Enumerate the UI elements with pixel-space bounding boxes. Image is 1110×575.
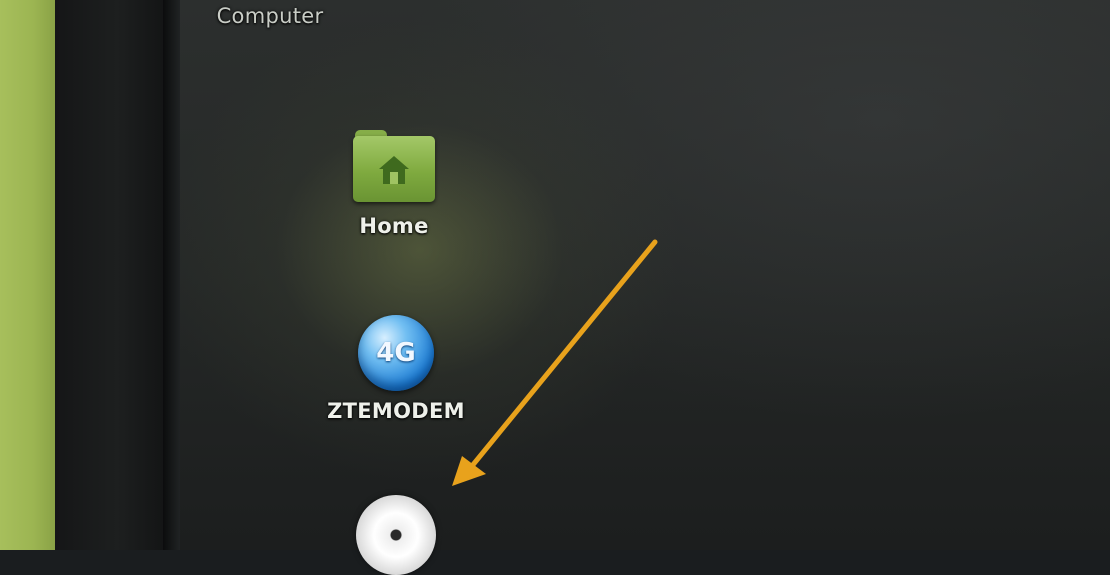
desktop-icon-label: Computer — [216, 4, 324, 28]
globe-badge-text: 4G — [376, 338, 416, 368]
monitor-bezel — [55, 0, 180, 550]
house-icon — [379, 156, 409, 184]
home-folder-icon — [353, 128, 435, 202]
desktop-icon-disc[interactable] — [316, 495, 476, 575]
desktop-icon-computer[interactable]: Computer — [190, 0, 350, 28]
optical-disc-icon — [356, 495, 436, 575]
desktop-screen — [180, 0, 1110, 550]
4g-globe-icon: 4G — [358, 315, 434, 391]
desktop-icon-label: ZTEMODEM — [327, 399, 465, 423]
desktop-icon-home[interactable]: Home — [314, 128, 474, 238]
monitor-bezel-edge — [163, 0, 180, 550]
wall-background — [0, 0, 55, 550]
desktop-icon-ztemodem[interactable]: 4G ZTEMODEM — [316, 315, 476, 423]
desktop-icon-label: Home — [359, 214, 429, 238]
